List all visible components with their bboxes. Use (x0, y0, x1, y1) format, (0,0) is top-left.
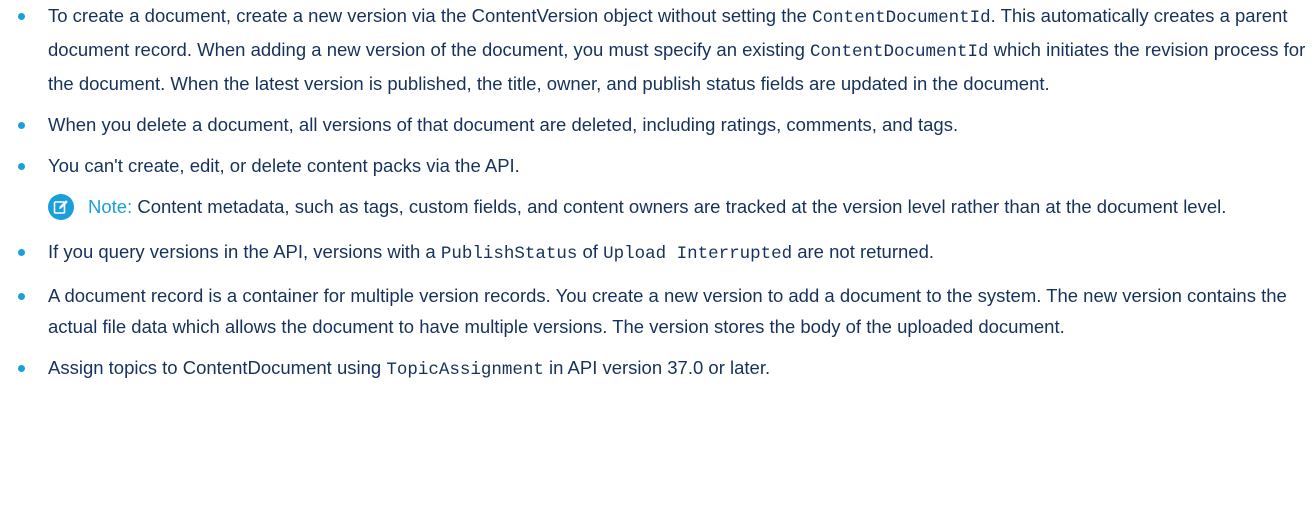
bullet-icon (18, 122, 25, 129)
note-text: Content metadata, such as tags, custom f… (137, 196, 1227, 217)
item-text: When you delete a document, all versions… (48, 114, 959, 135)
inline-code: TopicAssignment (386, 360, 544, 380)
item-text: A document record is a container for mul… (48, 285, 1287, 337)
item-text: You can't create, edit, or delete conten… (48, 155, 520, 176)
bullet-list: If you query versions in the API, versio… (0, 236, 1315, 386)
bullet-icon (18, 293, 25, 300)
item-text: Assign topics to ContentDocument using (48, 357, 387, 378)
list-item: You can't create, edit, or delete conten… (0, 150, 1315, 181)
bullet-icon (18, 365, 25, 372)
bullet-icon (18, 13, 25, 20)
list-item: Assign topics to ContentDocument using T… (0, 352, 1315, 386)
item-text: If you query versions in the API, versio… (48, 241, 441, 262)
bullet-list: To create a document, create a new versi… (0, 0, 1315, 181)
list-item: If you query versions in the API, versio… (0, 236, 1315, 270)
item-text: in API version 37.0 or later. (543, 357, 771, 378)
list-item: A document record is a container for mul… (0, 280, 1315, 342)
document-page: To create a document, create a new versi… (0, 0, 1315, 522)
bullet-icon (18, 163, 25, 170)
bullet-icon (18, 249, 25, 256)
inline-code: ContentDocumentId (812, 8, 991, 28)
item-text: To create a document, create a new versi… (48, 5, 813, 26)
inline-code: ContentDocumentId (810, 42, 989, 62)
inline-code: PublishStatus (440, 244, 578, 264)
note-label: Note: (88, 196, 133, 217)
list-item: To create a document, create a new versi… (0, 0, 1315, 99)
item-text: of (577, 241, 604, 262)
inline-code: Upload Interrupted (603, 244, 793, 264)
list-item: When you delete a document, all versions… (0, 109, 1315, 140)
note-callout: Note: Content metadata, such as tags, cu… (48, 191, 1295, 222)
edit-note-icon (48, 194, 74, 220)
item-text: are not returned. (792, 241, 935, 262)
